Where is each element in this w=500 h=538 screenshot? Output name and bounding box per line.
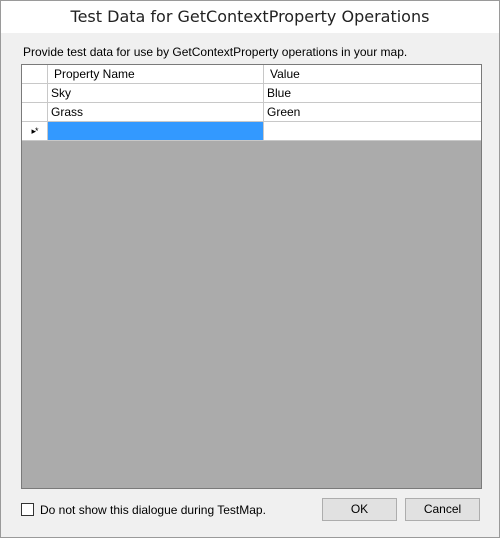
title-bar[interactable]: Test Data for GetContextProperty Operati…	[1, 1, 499, 33]
column-header-value[interactable]: Value	[264, 65, 481, 84]
dialog-title: Test Data for GetContextProperty Operati…	[70, 7, 430, 26]
property-name-cell[interactable]: Sky	[48, 84, 264, 103]
new-row-value-cell[interactable]	[264, 122, 481, 141]
value-cell[interactable]: Blue	[264, 84, 481, 103]
row-header[interactable]	[22, 103, 48, 122]
cancel-button[interactable]: Cancel	[405, 498, 480, 521]
dialog-window: Test Data for GetContextProperty Operati…	[0, 0, 500, 538]
table-row[interactable]: Grass Green	[22, 103, 481, 122]
test-data-grid[interactable]: Property Name Value Sky Blue Grass Green…	[21, 64, 482, 489]
ok-button[interactable]: OK	[322, 498, 397, 521]
grid-header-row: Property Name Value	[22, 65, 481, 84]
table-row[interactable]: Sky Blue	[22, 84, 481, 103]
value-cell[interactable]: Green	[264, 103, 481, 122]
new-row-marker-icon[interactable]: ▸*	[22, 122, 48, 141]
grid-corner-header[interactable]	[22, 65, 48, 84]
do-not-show-checkbox-label[interactable]: Do not show this dialogue during TestMap…	[40, 503, 266, 517]
description-text: Provide test data for use by GetContextP…	[23, 45, 408, 59]
do-not-show-checkbox[interactable]	[21, 503, 34, 516]
new-row[interactable]: ▸*	[22, 122, 481, 141]
property-name-cell[interactable]: Grass	[48, 103, 264, 122]
column-header-property-name[interactable]: Property Name	[48, 65, 264, 84]
new-row-property-name-cell[interactable]	[48, 122, 264, 141]
row-header[interactable]	[22, 84, 48, 103]
